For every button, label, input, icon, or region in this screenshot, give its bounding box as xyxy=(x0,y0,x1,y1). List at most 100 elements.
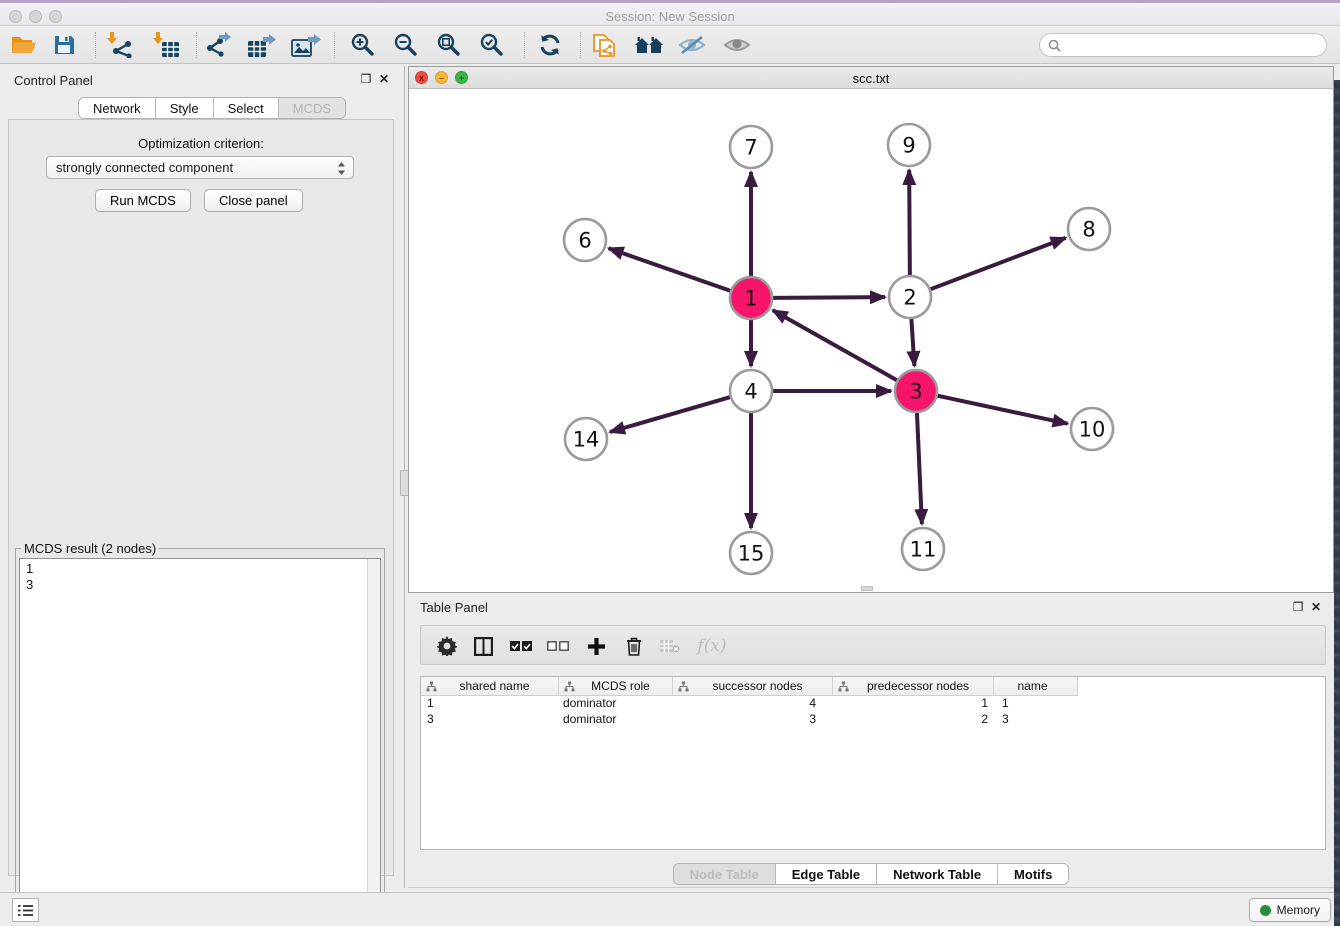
zoom-out-icon[interactable] xyxy=(391,31,421,59)
table-cell[interactable]: 3 xyxy=(994,712,1078,728)
table-cell[interactable]: dominator xyxy=(559,696,673,712)
tab-network[interactable]: Network xyxy=(79,98,156,118)
table-row[interactable]: 3dominator323 xyxy=(421,712,1325,728)
search-field[interactable] xyxy=(1039,33,1327,57)
node-label-4: 4 xyxy=(744,380,757,404)
column-layout-icon[interactable] xyxy=(469,632,497,660)
first-neighbors-icon[interactable] xyxy=(634,31,664,59)
delete-column-icon[interactable] xyxy=(620,632,648,660)
tab-select[interactable]: Select xyxy=(214,98,279,118)
edge-2-3[interactable] xyxy=(911,319,914,366)
edge-3-10[interactable] xyxy=(938,396,1068,424)
column-header-shared-name[interactable]: shared name xyxy=(421,677,559,696)
select-all-icon[interactable] xyxy=(507,632,535,660)
close-panel-button[interactable]: Close panel xyxy=(204,189,303,212)
export-table-icon[interactable] xyxy=(247,31,277,59)
toolbar-separator xyxy=(95,32,96,58)
search-input[interactable] xyxy=(1066,38,1326,52)
edge-2-8[interactable] xyxy=(931,238,1066,289)
edge-4-14[interactable] xyxy=(610,397,730,432)
export-network-icon[interactable] xyxy=(204,31,234,59)
hide-selected-icon[interactable] xyxy=(677,31,707,59)
table-cell[interactable]: dominator xyxy=(559,712,673,728)
application-window: Session: New Session xyxy=(0,0,1340,926)
optimization-criterion-label: Optimization criterion: xyxy=(9,136,393,151)
tab-edge-table[interactable]: Edge Table xyxy=(776,864,877,884)
table-cell[interactable]: 4 xyxy=(673,696,833,712)
zoom-selected-icon[interactable] xyxy=(477,31,507,59)
tab-mcds[interactable]: MCDS xyxy=(279,98,345,118)
tab-motifs[interactable]: Motifs xyxy=(998,864,1068,884)
open-session-icon[interactable] xyxy=(9,31,39,59)
clone-network-icon[interactable] xyxy=(590,31,620,59)
column-header-successor-nodes[interactable]: successor nodes xyxy=(673,677,833,696)
table-cell[interactable]: 2 xyxy=(833,712,994,728)
result-scrollbar[interactable] xyxy=(367,559,380,921)
table-cell[interactable]: 1 xyxy=(994,696,1078,712)
column-header-MCDS-role[interactable]: MCDS role xyxy=(559,677,673,696)
memory-label: Memory xyxy=(1277,903,1320,917)
save-session-icon[interactable] xyxy=(49,31,79,59)
desktop-edge xyxy=(1334,80,1340,926)
table-cell[interactable]: 1 xyxy=(421,696,559,712)
table-cell[interactable]: 3 xyxy=(421,712,559,728)
zoom-fit-icon[interactable] xyxy=(434,31,464,59)
table-panel-close-button[interactable]: ✕ xyxy=(1308,600,1324,614)
add-column-icon[interactable] xyxy=(582,632,610,660)
table-cell[interactable]: 1 xyxy=(833,696,994,712)
tab-style[interactable]: Style xyxy=(156,98,214,118)
control-panel-float-button[interactable]: ❐ xyxy=(358,72,374,86)
table-cell[interactable]: 3 xyxy=(673,712,833,728)
column-type-icon xyxy=(426,681,437,692)
table-toolbar: f(x) xyxy=(420,625,1326,665)
column-header-name[interactable]: name xyxy=(994,677,1078,696)
node-table-body: 1dominator4113dominator323 xyxy=(421,696,1325,728)
column-header-predecessor-nodes[interactable]: predecessor nodes xyxy=(833,677,994,696)
network-window-grip[interactable] xyxy=(861,586,873,591)
import-network-icon[interactable] xyxy=(105,31,135,59)
control-panel: Control Panel ❐ ✕ Network Style Select M… xyxy=(0,66,402,888)
import-table-icon[interactable] xyxy=(151,31,181,59)
node-label-2: 2 xyxy=(903,286,916,310)
node-label-9: 9 xyxy=(902,134,915,158)
control-panel-close-button[interactable]: ✕ xyxy=(376,72,392,86)
table-tabs: Node Table Edge Table Network Table Moti… xyxy=(408,863,1334,885)
edge-3-11[interactable] xyxy=(917,413,922,524)
tab-node-table[interactable]: Node Table xyxy=(674,864,776,884)
refresh-view-icon[interactable] xyxy=(535,31,565,59)
edge-2-9[interactable] xyxy=(909,170,910,275)
criterion-select[interactable]: strongly connected component xyxy=(46,156,354,179)
show-all-icon[interactable] xyxy=(722,31,752,59)
toolbar-separator xyxy=(196,32,197,58)
function-builder-icon: f(x) xyxy=(693,632,731,660)
node-label-15: 15 xyxy=(738,542,765,566)
network-window-title: scc.txt xyxy=(409,71,1333,86)
network-window-titlebar[interactable]: x – + scc.txt xyxy=(409,67,1333,89)
list-icon xyxy=(18,904,33,917)
node-table: shared nameMCDS rolesuccessor nodesprede… xyxy=(420,676,1326,850)
node-label-1: 1 xyxy=(744,287,757,311)
table-panel-float-button[interactable]: ❐ xyxy=(1290,600,1306,614)
task-history-button[interactable] xyxy=(12,898,39,922)
table-row[interactable]: 1dominator411 xyxy=(421,696,1325,712)
node-table-header: shared nameMCDS rolesuccessor nodesprede… xyxy=(421,677,1078,696)
node-label-10: 10 xyxy=(1079,418,1106,442)
memory-button[interactable]: Memory xyxy=(1249,898,1331,922)
deselect-all-icon[interactable] xyxy=(544,632,572,660)
edge-3-1[interactable] xyxy=(773,310,897,380)
edge-1-6[interactable] xyxy=(609,248,731,290)
table-settings-icon[interactable] xyxy=(433,632,461,660)
search-icon xyxy=(1048,39,1061,52)
edge-1-2[interactable] xyxy=(773,297,885,298)
node-label-8: 8 xyxy=(1082,218,1095,242)
zoom-in-icon[interactable] xyxy=(348,31,378,59)
network-view-window: x – + scc.txt 7968124314101511 xyxy=(408,66,1334,593)
control-panel-title: Control Panel xyxy=(14,73,93,88)
tab-network-table[interactable]: Network Table xyxy=(877,864,998,884)
export-image-icon[interactable] xyxy=(291,31,321,59)
mcds-result-box[interactable]: 13 xyxy=(19,558,381,922)
node-label-14: 14 xyxy=(573,428,600,452)
run-mcds-button[interactable]: Run MCDS xyxy=(95,189,191,212)
mcds-result-group: MCDS result (2 nodes) 13 xyxy=(15,548,385,926)
network-canvas[interactable]: 7968124314101511 xyxy=(409,89,1333,592)
